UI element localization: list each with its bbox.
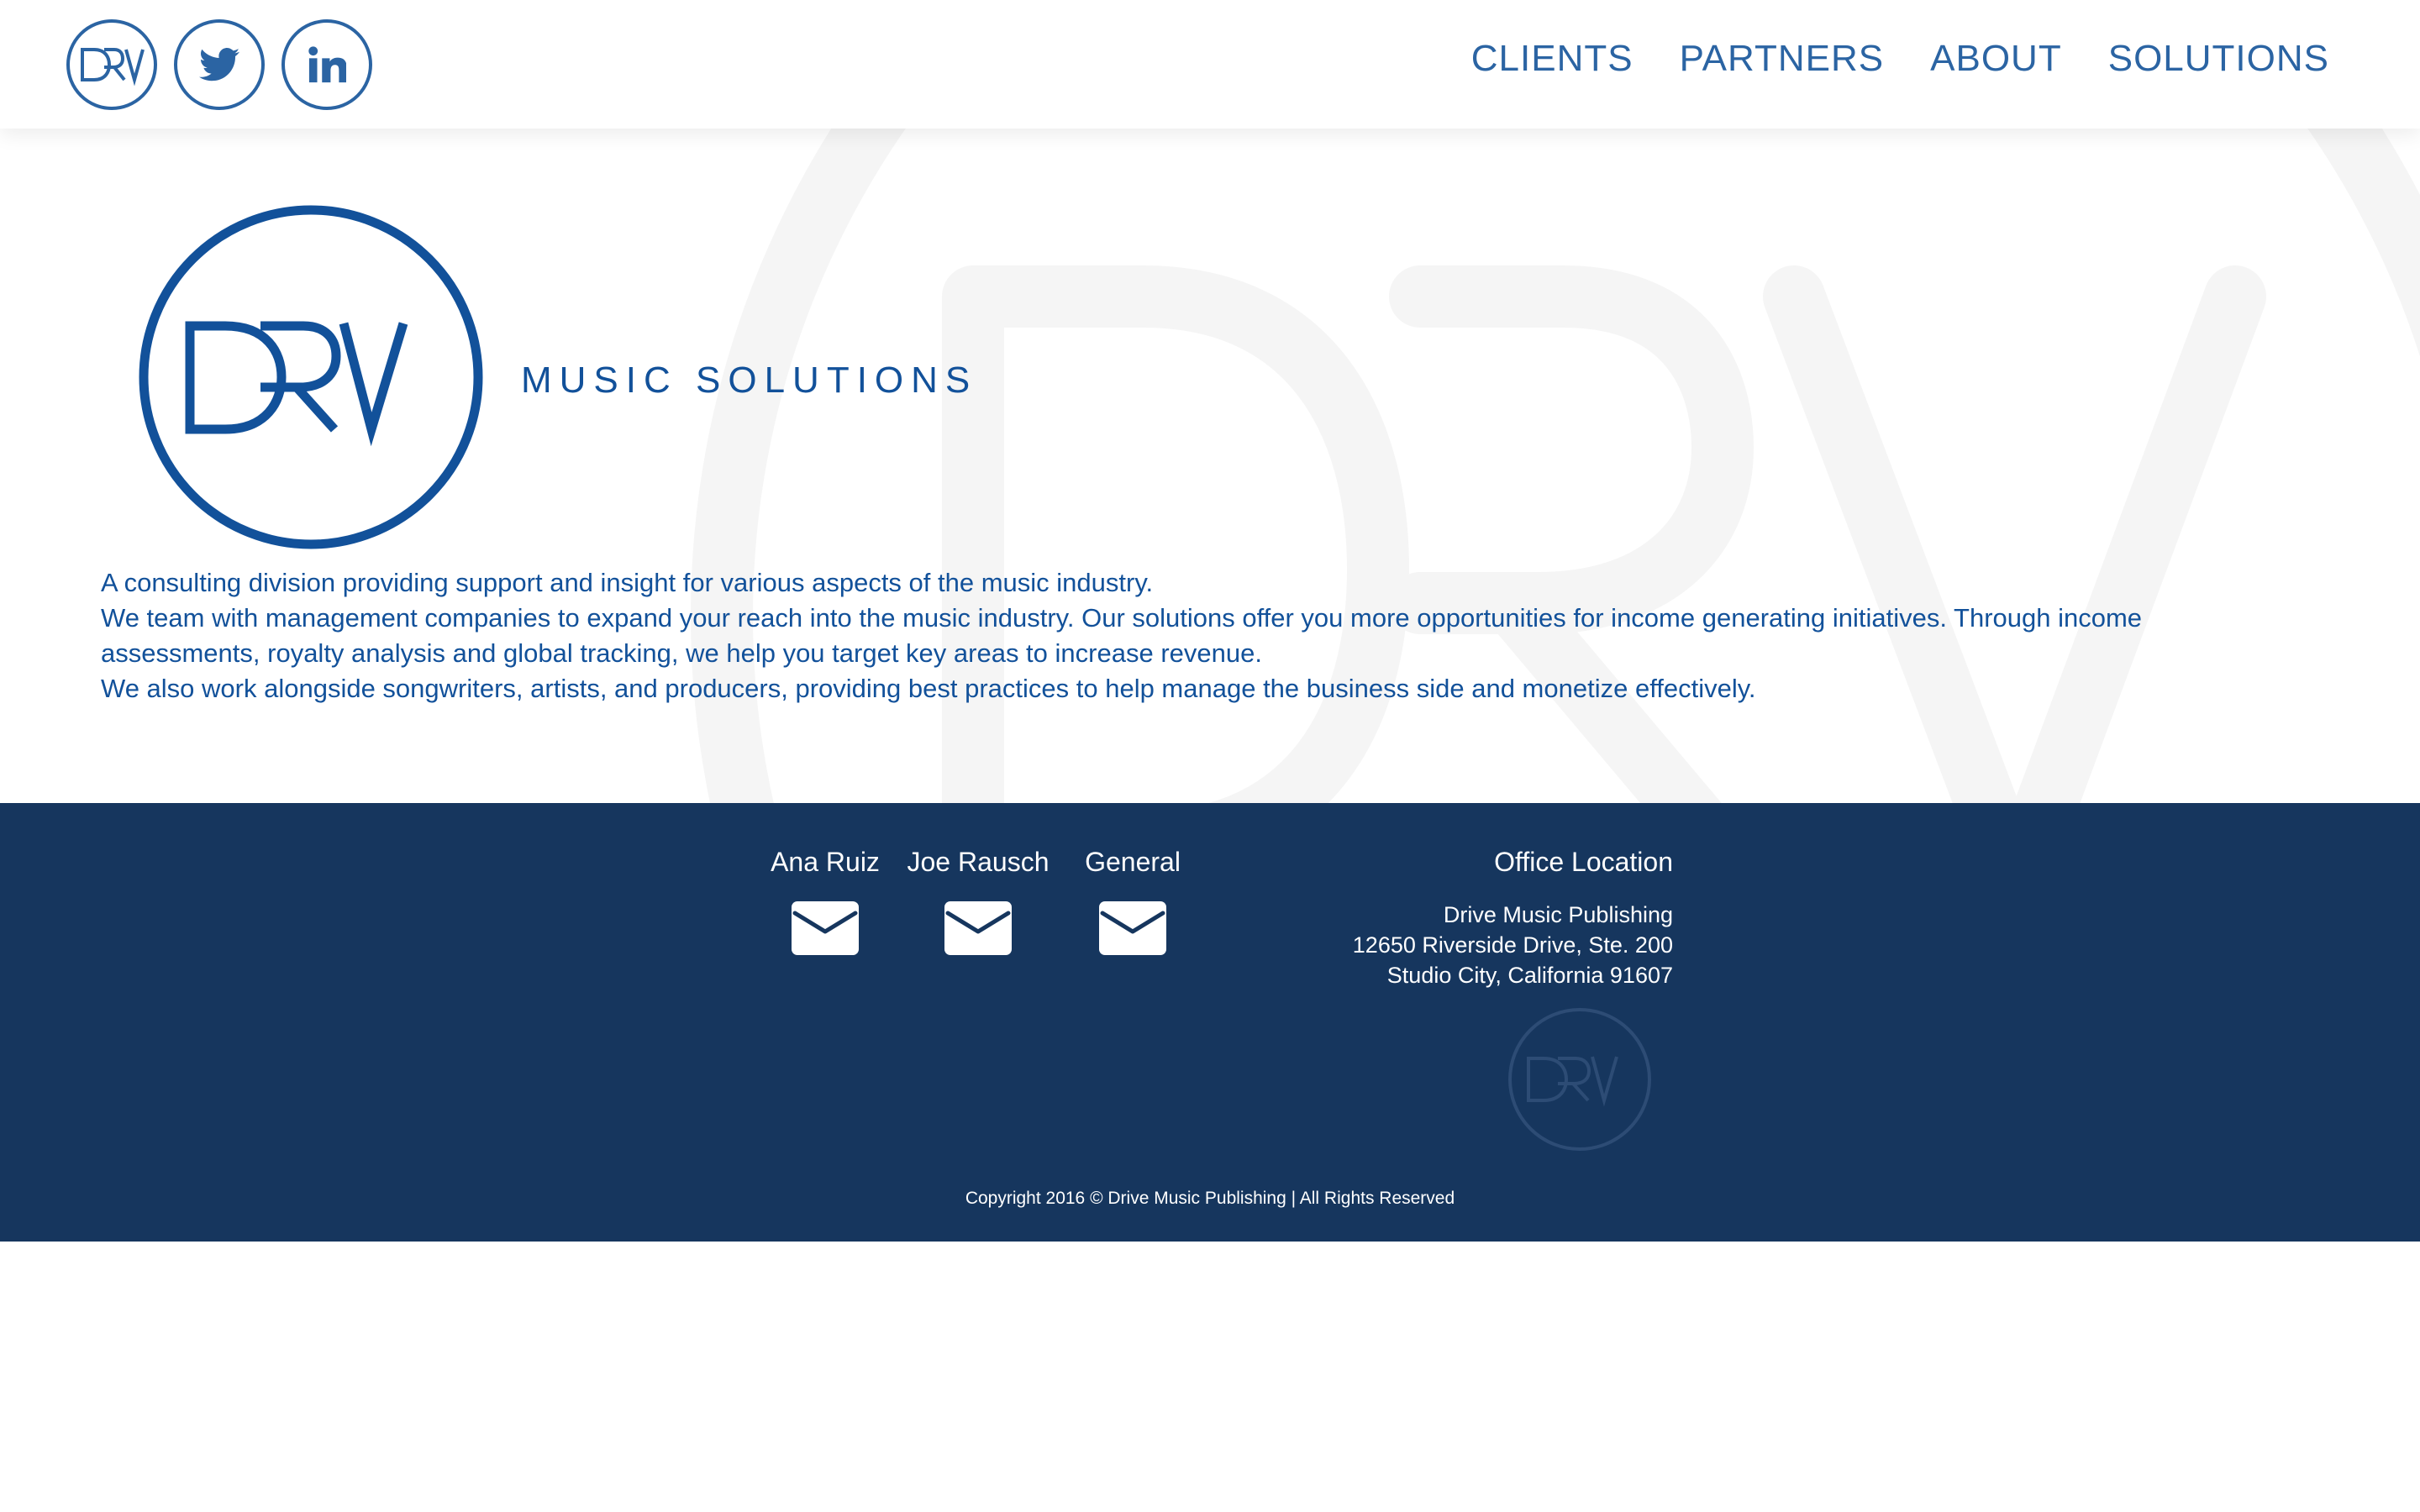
social-links [66,19,372,110]
hero-paragraph-3: We also work alongside songwriters, arti… [101,674,1756,703]
office-title: Office Location [1494,847,1673,877]
email-joe-rausch-button[interactable] [944,901,1012,959]
hero-tagline: MUSIC SOLUTIONS [521,360,978,401]
twitter-link[interactable] [174,19,265,110]
nav-partners[interactable]: PARTNERS [1680,34,1885,84]
drv-main-logo [139,205,483,549]
envelope-icon [792,901,859,955]
linkedin-icon [308,46,346,83]
nav-solutions[interactable]: SOLUTIONS [2108,34,2329,84]
office-location: Office Location Drive Music Publishing 1… [1353,841,1673,990]
site-header: CLIENTS PARTNERS ABOUT SOLUTIONS [0,0,2420,129]
drv-footer-logo [1508,1008,1651,1151]
office-city: Studio City, California 91607 [1386,963,1673,988]
office-street: 12650 Riverside Drive, Ste. 200 [1352,932,1673,958]
contact-name: General [1085,847,1181,877]
envelope-icon [944,901,1012,955]
email-ana-ruiz-button[interactable] [792,901,859,959]
drv-logo-icon [81,48,145,87]
drv-home-link[interactable] [66,19,157,110]
site-footer: Ana Ruiz Joe Rausch General Office Locat… [0,803,2420,1242]
hero-description: A consulting division providing support … [101,565,2286,706]
copyright-text: Copyright 2016 © Drive Music Publishing … [965,1189,1455,1208]
office-company: Drive Music Publishing [1443,902,1673,927]
email-general-button[interactable] [1099,901,1166,959]
envelope-icon [1099,901,1166,955]
nav-about[interactable]: ABOUT [1930,34,2062,84]
twitter-icon [199,48,239,81]
hero-paragraph-1: A consulting division providing support … [101,568,1154,597]
hero-paragraph-2: We team with management companies to exp… [101,603,2143,668]
contact-general: General [1040,841,1225,959]
linkedin-link[interactable] [281,19,372,110]
main-nav: CLIENTS PARTNERS ABOUT SOLUTIONS [1471,34,2329,84]
nav-clients[interactable]: CLIENTS [1471,34,1634,84]
hero-section: MUSIC SOLUTIONS A consulting division pr… [0,129,2420,803]
